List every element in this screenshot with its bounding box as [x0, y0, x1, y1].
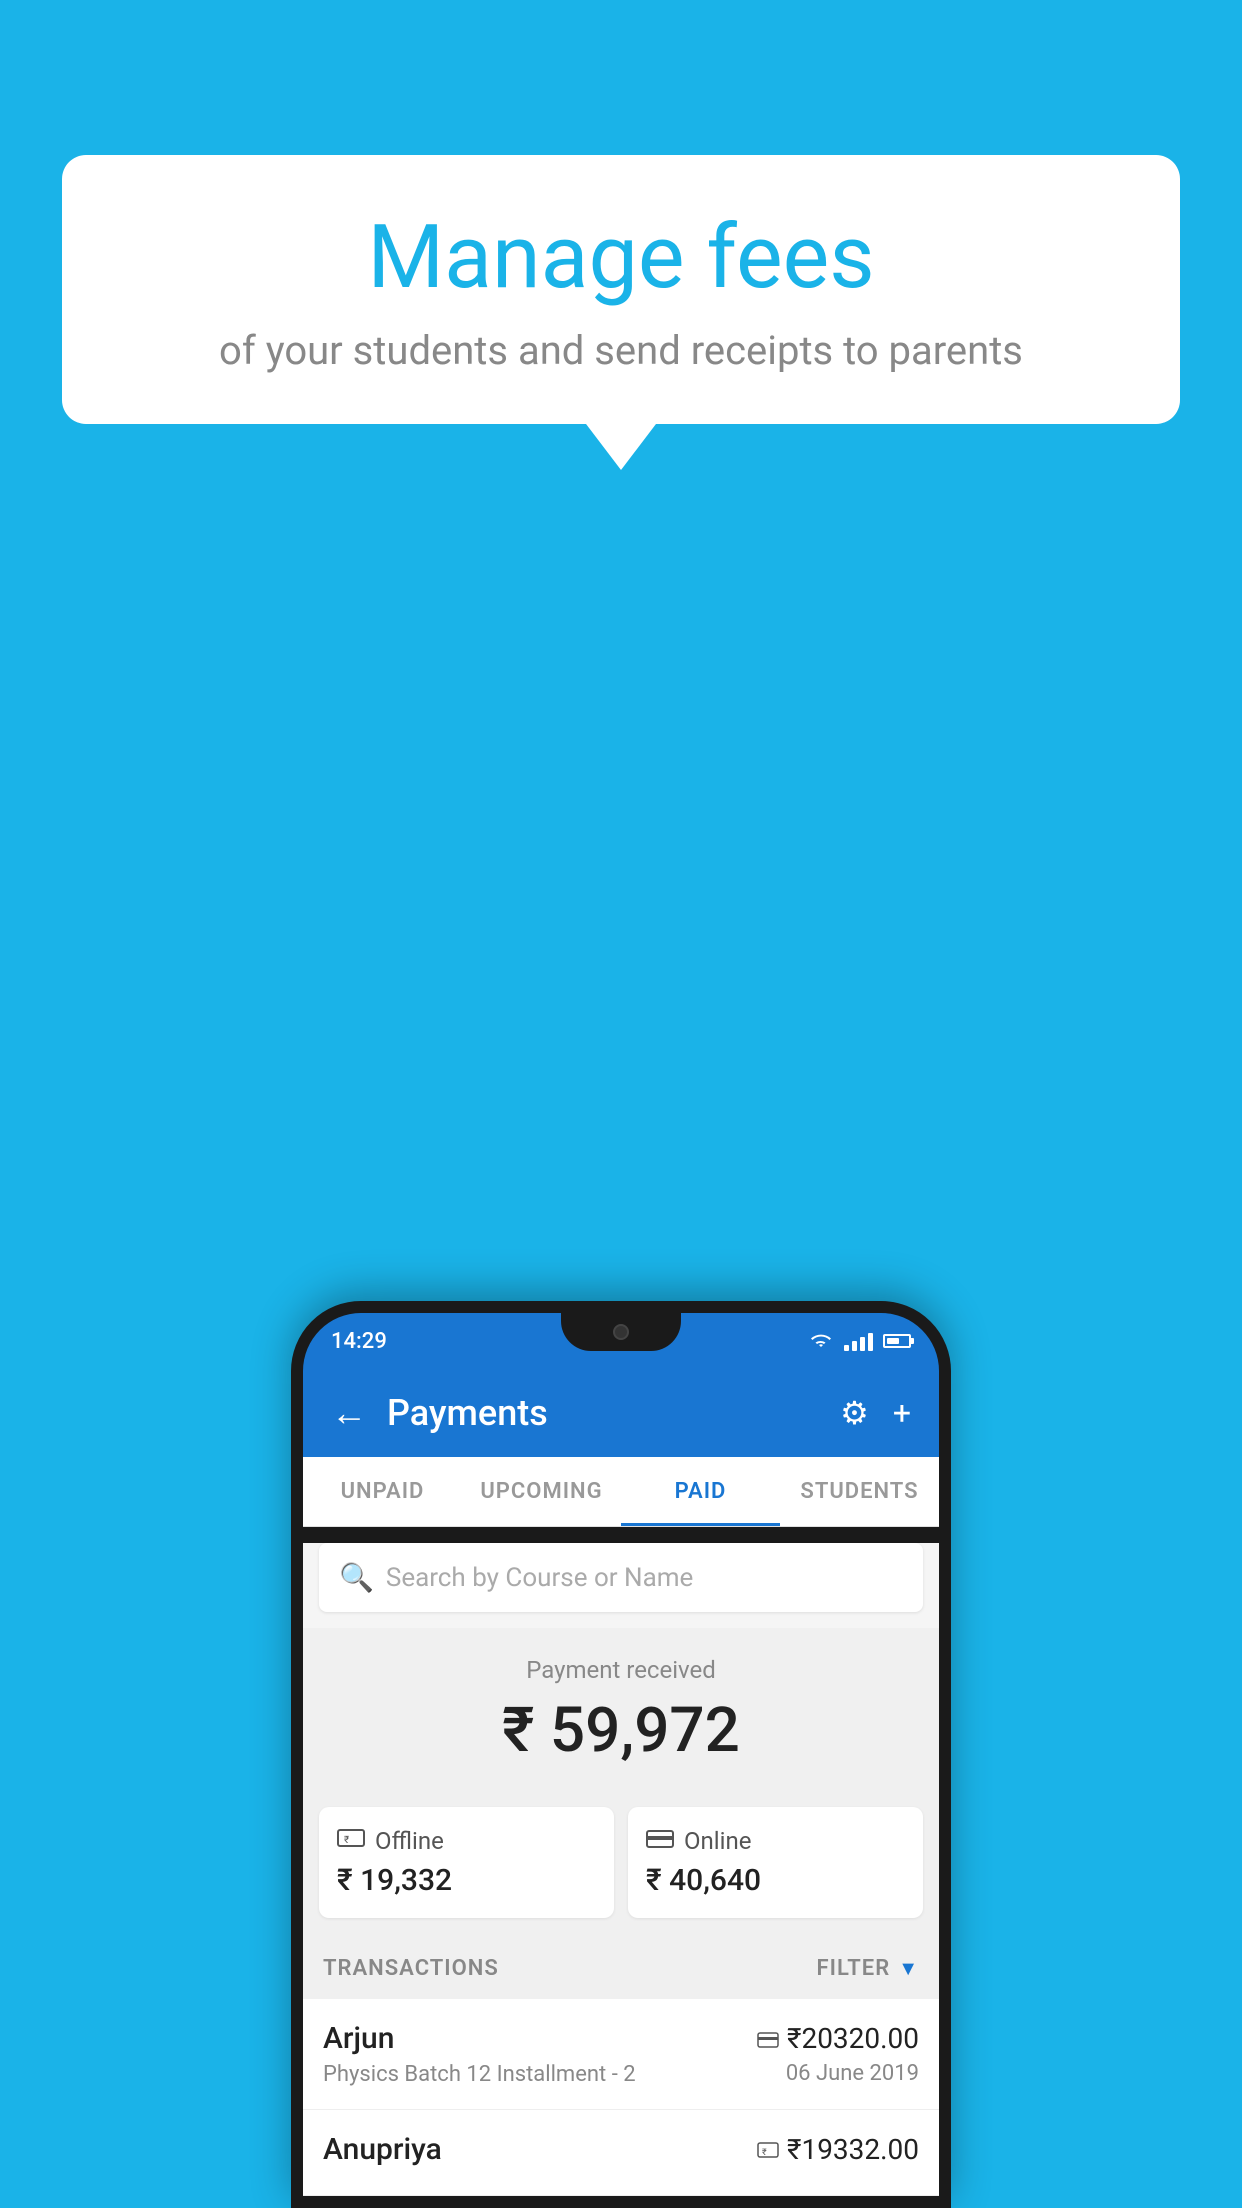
transaction-name-2: Anupriya — [323, 2132, 442, 2167]
table-row: Arjun Physics Batch 12 Installment - 2 ₹… — [303, 1999, 939, 2110]
app-bar-actions: ⚙ + — [840, 1394, 911, 1432]
app-bar: ← Payments ⚙ + — [303, 1369, 939, 1457]
search-icon: 🔍 — [339, 1561, 374, 1594]
online-icon — [646, 1827, 674, 1855]
camera-dot — [613, 1324, 629, 1340]
status-time: 14:29 — [331, 1329, 387, 1354]
transaction-date-1: 06 June 2019 — [757, 2061, 919, 2086]
filter-icon: ▼ — [898, 1956, 919, 1981]
status-bar: 14:29 — [303, 1313, 939, 1369]
phone-frame: 14:29 — [291, 1301, 951, 2208]
content-area: 🔍 Search by Course or Name Payment recei… — [303, 1543, 939, 2196]
payment-received-amount: ₹ 59,972 — [327, 1694, 915, 1767]
offline-payment-icon: ₹ — [757, 2133, 779, 2166]
transaction-amount-2: ₹ ₹19332.00 — [757, 2133, 919, 2166]
wifi-icon — [808, 1331, 834, 1351]
svg-text:₹: ₹ — [344, 1835, 349, 1846]
search-bar[interactable]: 🔍 Search by Course or Name — [319, 1543, 923, 1612]
tabs-bar: UNPAID UPCOMING PAID STUDENTS — [303, 1457, 939, 1527]
online-payment-icon — [757, 2022, 779, 2055]
settings-button[interactable]: ⚙ — [840, 1394, 869, 1432]
svg-text:₹: ₹ — [762, 2148, 767, 2158]
online-amount: ₹ 40,640 — [646, 1863, 905, 1898]
app-bar-title: Payments — [387, 1392, 820, 1434]
back-button[interactable]: ← — [331, 1392, 367, 1434]
status-icons — [808, 1331, 911, 1351]
payment-cards-row: ₹ Offline ₹ 19,332 — [303, 1807, 939, 1938]
tab-paid[interactable]: PAID — [621, 1457, 780, 1526]
transactions-label: TRANSACTIONS — [323, 1956, 499, 1981]
offline-label: Offline — [375, 1827, 444, 1855]
table-row: Anupriya ₹ ₹19332.00 — [303, 2110, 939, 2196]
signal-bars-icon — [844, 1331, 873, 1351]
offline-card: ₹ Offline ₹ 19,332 — [319, 1807, 614, 1918]
battery-icon — [883, 1334, 911, 1348]
notch — [561, 1313, 681, 1351]
tab-upcoming[interactable]: UPCOMING — [462, 1457, 621, 1526]
payment-received-section: Payment received ₹ 59,972 — [303, 1628, 939, 1807]
tab-students[interactable]: STUDENTS — [780, 1457, 939, 1526]
offline-amount: ₹ 19,332 — [337, 1863, 596, 1898]
online-label: Online — [684, 1827, 751, 1855]
search-input[interactable]: Search by Course or Name — [386, 1563, 693, 1593]
bubble-subtitle: of your students and send receipts to pa… — [122, 327, 1120, 374]
filter-button[interactable]: FILTER ▼ — [817, 1956, 919, 1981]
speech-bubble-container: Manage fees of your students and send re… — [62, 155, 1180, 424]
bubble-title: Manage fees — [122, 210, 1120, 307]
transaction-course-1: Physics Batch 12 Installment - 2 — [323, 2062, 636, 2087]
add-button[interactable]: + — [893, 1394, 911, 1432]
offline-icon: ₹ — [337, 1827, 365, 1855]
transactions-header: TRANSACTIONS FILTER ▼ — [303, 1938, 939, 1999]
speech-bubble: Manage fees of your students and send re… — [62, 155, 1180, 424]
transaction-amount-1: ₹20320.00 — [757, 2022, 919, 2055]
payment-received-label: Payment received — [327, 1656, 915, 1684]
online-card: Online ₹ 40,640 — [628, 1807, 923, 1918]
tab-unpaid[interactable]: UNPAID — [303, 1457, 462, 1526]
transaction-name-1: Arjun — [323, 2021, 636, 2056]
